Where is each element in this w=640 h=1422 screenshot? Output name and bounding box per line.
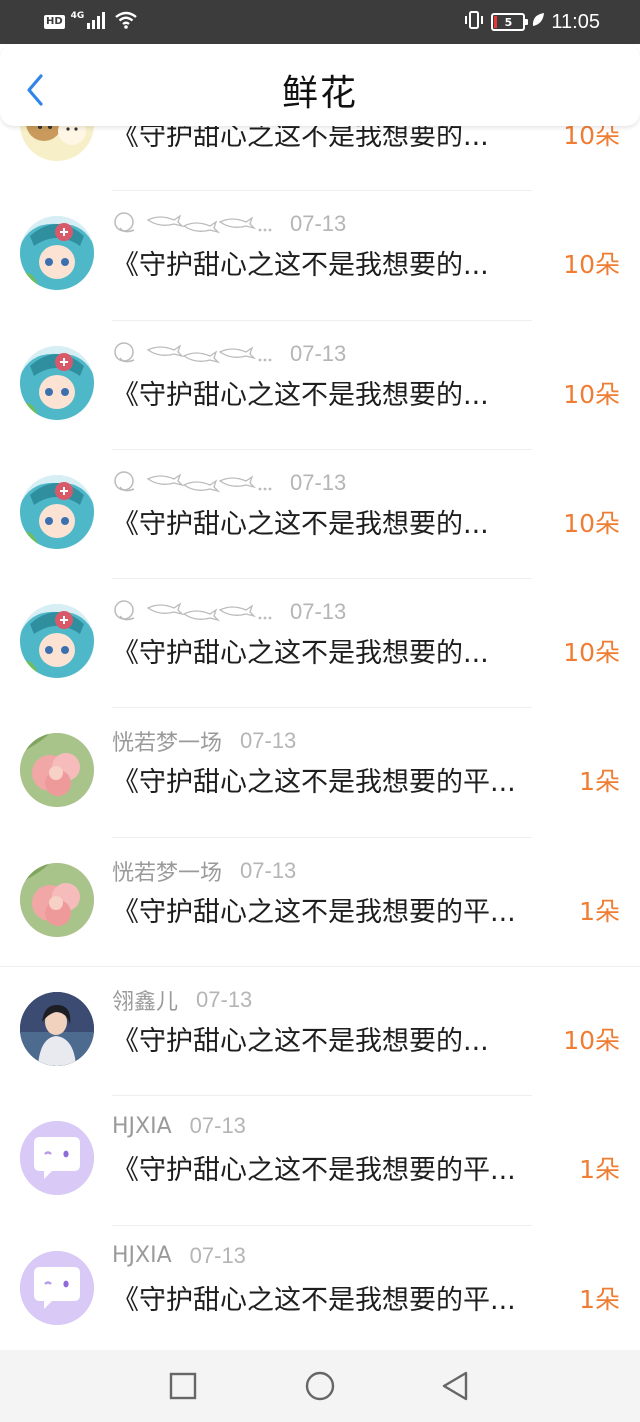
list-item[interactable]: 07-13 《守护甜心之这不是我想要的... 10朵 bbox=[0, 191, 640, 321]
sent-date: 07-13 bbox=[240, 728, 297, 754]
list-item[interactable]: 07-13 《守护甜心之这不是我想要的... 10朵 bbox=[0, 579, 640, 709]
story-title: 《守护甜心之这不是我想要的... bbox=[112, 379, 489, 411]
title-bar: 鲜花 bbox=[0, 44, 640, 126]
recent-apps-button[interactable] bbox=[165, 1368, 201, 1404]
story-title: 《守护甜心之这不是我想要的... bbox=[112, 1026, 489, 1058]
list-item[interactable]: 咖猫07-13《守护甜心之这不是我想要的...10朵 bbox=[0, 126, 640, 192]
status-bar: HD 4G 5 11:05 bbox=[0, 0, 640, 44]
sent-date: 07-13 bbox=[240, 857, 297, 883]
flower-count: 10朵 bbox=[563, 126, 620, 150]
story-title: 《守护甜心之这不是我想要的... bbox=[112, 508, 489, 540]
sender-name: 恍若梦一场 bbox=[112, 731, 223, 757]
list-item[interactable]: HJXIA 07-13 《守护甜心之这不是我想要的平... 1朵 bbox=[0, 1096, 640, 1226]
anime-girl-avatar[interactable] bbox=[20, 474, 94, 549]
story-title: 《守护甜心之这不是我想要的... bbox=[112, 638, 489, 670]
item-meta: 翎鑫儿 07-13 bbox=[112, 984, 252, 1016]
flower-count: 1朵 bbox=[579, 1155, 620, 1185]
list-item[interactable]: HJXIA 07-13 《守护甜心之这不是我想要的平... 1朵 bbox=[0, 1226, 640, 1350]
home-button[interactable] bbox=[302, 1368, 338, 1404]
sender-name: 翎鑫儿 bbox=[112, 990, 179, 1016]
flower-avatar[interactable] bbox=[20, 862, 94, 937]
flower-count: 10朵 bbox=[563, 508, 620, 538]
status-left: HD 4G bbox=[44, 10, 138, 34]
flower-count: 1朵 bbox=[579, 1284, 620, 1314]
item-meta: 07-13 bbox=[112, 596, 346, 628]
flower-count: 10朵 bbox=[563, 379, 620, 409]
sent-date: 07-13 bbox=[290, 599, 347, 625]
battery-level bbox=[494, 16, 498, 28]
sketch-name-icon bbox=[114, 212, 272, 234]
cartoon-bear-avatar[interactable] bbox=[20, 126, 94, 161]
sent-date: 07-13 bbox=[290, 211, 347, 237]
flower-count: 10朵 bbox=[563, 638, 620, 668]
story-title: 《守护甜心之这不是我想要的平... bbox=[112, 896, 516, 928]
sender-name-graphic bbox=[112, 208, 272, 240]
flower-count: 10朵 bbox=[563, 250, 620, 280]
story-title: 《守护甜心之这不是我想要的... bbox=[112, 250, 489, 282]
sketch-name-icon bbox=[114, 341, 272, 363]
list-item[interactable]: 07-13 《守护甜心之这不是我想要的... 10朵 bbox=[0, 450, 640, 580]
network-type: 4G bbox=[70, 11, 85, 21]
story-title: 《守护甜心之这不是我想要的平... bbox=[112, 767, 516, 799]
item-meta: HJXIA 07-13 bbox=[112, 1113, 246, 1139]
portrait-avatar[interactable] bbox=[20, 992, 94, 1067]
sent-date: 07-13 bbox=[290, 340, 347, 366]
leaf-icon bbox=[531, 12, 545, 32]
signal-icon bbox=[86, 11, 108, 33]
sketch-name-icon bbox=[114, 600, 272, 622]
page-title: 鲜花 bbox=[281, 73, 358, 114]
sender-name: HJXIA bbox=[112, 1243, 172, 1269]
item-meta: 07-13 bbox=[112, 338, 346, 370]
sent-date: 07-13 bbox=[290, 469, 347, 495]
flower-count: 1朵 bbox=[579, 896, 620, 926]
item-meta: 07-13 bbox=[112, 467, 346, 499]
sender-name: HJXIA bbox=[112, 1113, 172, 1139]
chat-bubble-avatar[interactable] bbox=[20, 1121, 94, 1196]
hd-badge: HD bbox=[44, 15, 65, 29]
sender-name-graphic bbox=[112, 596, 272, 628]
sender-name-graphic bbox=[112, 467, 272, 499]
chat-bubble-avatar[interactable] bbox=[20, 1250, 94, 1325]
flower-count: 1朵 bbox=[579, 767, 620, 797]
system-nav-bar bbox=[0, 1350, 640, 1422]
flower-gift-list[interactable]: 咖猫07-13《守护甜心之这不是我想要的...10朵07-13《守护甜心之这不是… bbox=[0, 126, 640, 1350]
story-title: 《守护甜心之这不是我想要的平... bbox=[112, 1155, 516, 1187]
clock: 11:05 bbox=[551, 10, 600, 33]
item-meta: 恍若梦一场 07-13 bbox=[112, 855, 296, 887]
back-nav-button[interactable] bbox=[437, 1368, 473, 1404]
story-title: 《守护甜心之这不是我想要的... bbox=[112, 126, 489, 152]
flower-avatar[interactable] bbox=[20, 733, 94, 808]
list-item[interactable]: 翎鑫儿 07-13 《守护甜心之这不是我想要的... 10朵 bbox=[0, 967, 640, 1097]
sent-date: 07-13 bbox=[196, 987, 253, 1013]
battery-percent: 5 bbox=[504, 15, 513, 29]
status-right: 5 11:05 bbox=[463, 8, 600, 36]
battery-indicator: 5 bbox=[491, 13, 529, 31]
vibrate-icon bbox=[463, 10, 485, 34]
back-triangle-icon bbox=[442, 1371, 468, 1401]
wifi-icon bbox=[114, 11, 138, 33]
flower-count: 10朵 bbox=[563, 1026, 620, 1056]
list-item[interactable]: 07-13 《守护甜心之这不是我想要的... 10朵 bbox=[0, 321, 640, 450]
recent-apps-icon bbox=[169, 1372, 197, 1400]
list-item[interactable]: 恍若梦一场 07-13 《守护甜心之这不是我想要的平... 1朵 bbox=[0, 838, 640, 968]
sender-name-graphic bbox=[112, 338, 272, 370]
anime-girl-avatar[interactable] bbox=[20, 604, 94, 679]
item-meta: 恍若梦一场 07-13 bbox=[112, 725, 296, 757]
flower-gift-list-inner: 咖猫07-13《守护甜心之这不是我想要的...10朵07-13《守护甜心之这不是… bbox=[0, 126, 640, 1350]
sent-date: 07-13 bbox=[189, 1242, 246, 1268]
sender-name: 恍若梦一场 bbox=[112, 860, 223, 886]
sent-date: 07-13 bbox=[189, 1113, 246, 1139]
anime-girl-avatar[interactable] bbox=[20, 216, 94, 291]
story-title: 《守护甜心之这不是我想要的平... bbox=[112, 1284, 516, 1316]
anime-girl-avatar[interactable] bbox=[20, 345, 94, 420]
list-item[interactable]: 恍若梦一场 07-13 《守护甜心之这不是我想要的平... 1朵 bbox=[0, 708, 640, 838]
item-meta: 07-13 bbox=[112, 208, 346, 240]
item-meta: HJXIA 07-13 bbox=[112, 1243, 246, 1269]
home-icon bbox=[305, 1371, 335, 1401]
sketch-name-icon bbox=[114, 471, 272, 493]
